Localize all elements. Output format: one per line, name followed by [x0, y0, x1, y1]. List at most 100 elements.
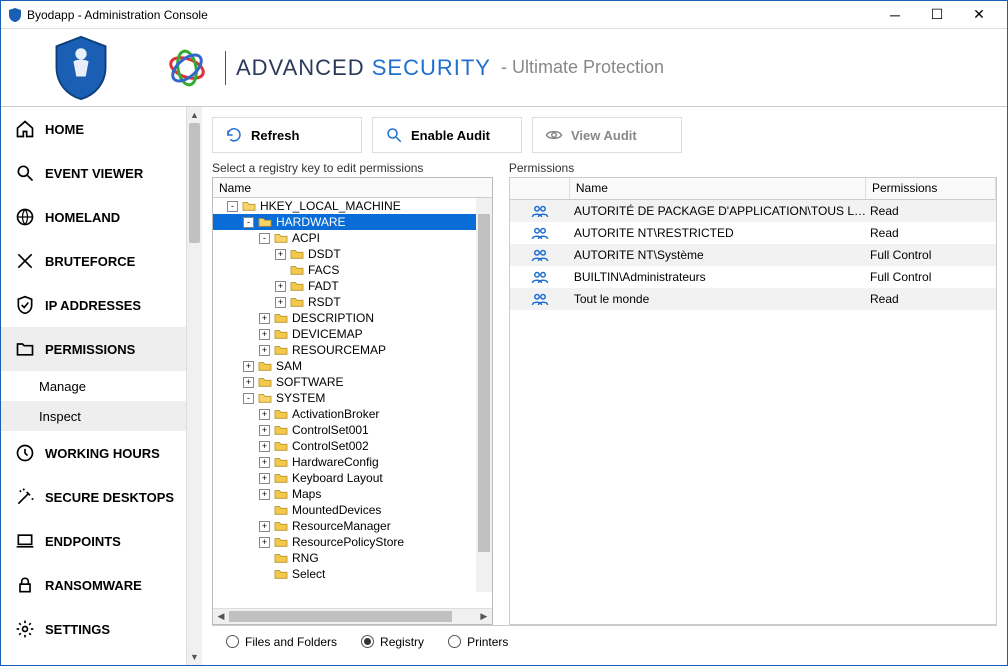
- sidebar-sub-manage[interactable]: Manage: [1, 371, 186, 401]
- tree-node[interactable]: -HKEY_LOCAL_MACHINE: [213, 198, 492, 214]
- tree-node[interactable]: - ACPI: [213, 230, 492, 246]
- expander-icon[interactable]: +: [259, 537, 270, 548]
- tree-node[interactable]: +SAM: [213, 358, 492, 374]
- permission-row[interactable]: Tout le mondeRead: [510, 288, 996, 310]
- tree-node[interactable]: + ControlSet002: [213, 438, 492, 454]
- scroll-thumb[interactable]: [189, 123, 200, 243]
- maximize-button[interactable]: ☐: [917, 1, 957, 29]
- tree-node[interactable]: + ResourcePolicyStore: [213, 534, 492, 550]
- tree-node[interactable]: +Keyboard Layout: [213, 470, 492, 486]
- sidebar-scrollbar[interactable]: ▲ ▼: [186, 107, 202, 665]
- col-icon: [510, 178, 570, 199]
- permissions-pane: Permissions Name Permissions AUTORITÉ DE…: [509, 161, 997, 625]
- tree-header[interactable]: Name: [213, 178, 492, 198]
- expander-icon[interactable]: -: [259, 233, 270, 244]
- radio-registry[interactable]: Registry: [361, 635, 424, 649]
- scroll-left-icon[interactable]: ◀: [213, 609, 229, 624]
- refresh-icon: [225, 126, 243, 144]
- expander-icon[interactable]: +: [259, 457, 270, 468]
- tree-node-label: FADT: [308, 279, 339, 293]
- tree-node[interactable]: -SYSTEM: [213, 390, 492, 406]
- sidebar-item-homeland[interactable]: HOMELAND: [1, 195, 186, 239]
- sidebar-item-ip-addresses[interactable]: IP ADDRESSES: [1, 283, 186, 327]
- tree-vertical-scrollbar[interactable]: [476, 198, 492, 592]
- tree-node-label: ResourceManager: [292, 519, 391, 533]
- button-label: Enable Audit: [411, 128, 490, 143]
- tree-horizontal-scrollbar[interactable]: ◀ ▶: [213, 608, 492, 624]
- tree-node[interactable]: MountedDevices: [213, 502, 492, 518]
- scroll-up-icon[interactable]: ▲: [187, 107, 202, 123]
- permissions-header[interactable]: Name Permissions: [510, 178, 996, 200]
- expander-icon[interactable]: +: [259, 489, 270, 500]
- radio-files-and-folders[interactable]: Files and Folders: [226, 635, 337, 649]
- tree-node[interactable]: +RESOURCEMAP: [213, 342, 492, 358]
- permission-row[interactable]: BUILTIN\AdministrateursFull Control: [510, 266, 996, 288]
- tree-node[interactable]: +ActivationBroker: [213, 406, 492, 422]
- tree-node[interactable]: +Maps: [213, 486, 492, 502]
- expander-icon[interactable]: +: [275, 281, 286, 292]
- permission-row[interactable]: AUTORITÉ DE PACKAGE D'APPLICATION\TOUS L…: [510, 200, 996, 222]
- tree-node-label: ACPI: [292, 231, 320, 245]
- expander-icon[interactable]: +: [275, 249, 286, 260]
- tree-node[interactable]: +DESCRIPTION: [213, 310, 492, 326]
- tree-node[interactable]: +SOFTWARE: [213, 374, 492, 390]
- sidebar-item-ransomware[interactable]: RANSOMWARE: [1, 563, 186, 607]
- sidebar-item-endpoints[interactable]: ENDPOINTS: [1, 519, 186, 563]
- app-shield-icon: [9, 8, 21, 22]
- clock-icon: [15, 443, 35, 463]
- tree-node[interactable]: + ResourceManager: [213, 518, 492, 534]
- sidebar-item-permissions[interactable]: PERMISSIONS: [1, 327, 186, 371]
- eye-icon: [545, 126, 563, 144]
- tree-node[interactable]: +ControlSet001: [213, 422, 492, 438]
- tree-node[interactable]: +DSDT: [213, 246, 492, 262]
- permission-row[interactable]: AUTORITE NT\SystèmeFull Control: [510, 244, 996, 266]
- tree-title: Select a registry key to edit permission…: [212, 161, 493, 175]
- sidebar-item-bruteforce[interactable]: BRUTEFORCE: [1, 239, 186, 283]
- expander-icon[interactable]: +: [259, 425, 270, 436]
- sidebar-item-secure-desktops[interactable]: SECURE DESKTOPS: [1, 475, 186, 519]
- expander-icon[interactable]: +: [259, 313, 270, 324]
- tree-body[interactable]: -HKEY_LOCAL_MACHINE-HARDWARE-ACPI+DSDTFA…: [213, 198, 492, 608]
- expander-icon[interactable]: +: [259, 441, 270, 452]
- expander-icon[interactable]: +: [259, 329, 270, 340]
- lock-icon: [15, 575, 35, 595]
- tree-node[interactable]: +RSDT: [213, 294, 492, 310]
- expander-icon[interactable]: +: [275, 297, 286, 308]
- refresh-button[interactable]: Refresh: [212, 117, 362, 153]
- view-audit-button[interactable]: View Audit: [532, 117, 682, 153]
- col-permissions: Permissions: [866, 178, 996, 199]
- wand-icon: [15, 487, 35, 507]
- tree-node[interactable]: Select: [213, 566, 492, 582]
- scroll-down-icon[interactable]: ▼: [187, 649, 202, 665]
- tree-node-label: ResourcePolicyStore: [292, 535, 404, 549]
- permission-row[interactable]: AUTORITE NT\RESTRICTEDRead: [510, 222, 996, 244]
- expander-icon[interactable]: +: [259, 409, 270, 420]
- sidebar-item-working-hours[interactable]: WORKING HOURS: [1, 431, 186, 475]
- tree-node[interactable]: +DEVICEMAP: [213, 326, 492, 342]
- enable-audit-button[interactable]: Enable Audit: [372, 117, 522, 153]
- expander-icon[interactable]: -: [227, 201, 238, 212]
- tree-node[interactable]: + FADT: [213, 278, 492, 294]
- sidebar-item-home[interactable]: HOME: [1, 107, 186, 151]
- expander-icon[interactable]: +: [243, 377, 254, 388]
- sidebar-sub-inspect[interactable]: Inspect: [1, 401, 186, 431]
- scroll-right-icon[interactable]: ▶: [476, 609, 492, 624]
- sidebar-item-settings[interactable]: SETTINGS: [1, 607, 186, 651]
- permission-value: Read: [866, 226, 996, 240]
- expander-icon[interactable]: +: [259, 345, 270, 356]
- expander-icon[interactable]: +: [259, 473, 270, 484]
- expander-icon[interactable]: -: [243, 217, 254, 228]
- expander-icon[interactable]: +: [243, 361, 254, 372]
- expander-icon[interactable]: +: [259, 521, 270, 532]
- radio-printers[interactable]: Printers: [448, 635, 508, 649]
- tree-node[interactable]: RNG: [213, 550, 492, 566]
- permission-value: Read: [866, 292, 996, 306]
- close-button[interactable]: ✕: [959, 1, 999, 29]
- expander-icon[interactable]: -: [243, 393, 254, 404]
- tree-node[interactable]: +HardwareConfig: [213, 454, 492, 470]
- minimize-button[interactable]: ─: [875, 1, 915, 29]
- tree-node-label: ControlSet002: [292, 439, 369, 453]
- tree-node[interactable]: FACS: [213, 262, 492, 278]
- tree-node[interactable]: -HARDWARE: [213, 214, 492, 230]
- sidebar-item-event-viewer[interactable]: EVENT VIEWER: [1, 151, 186, 195]
